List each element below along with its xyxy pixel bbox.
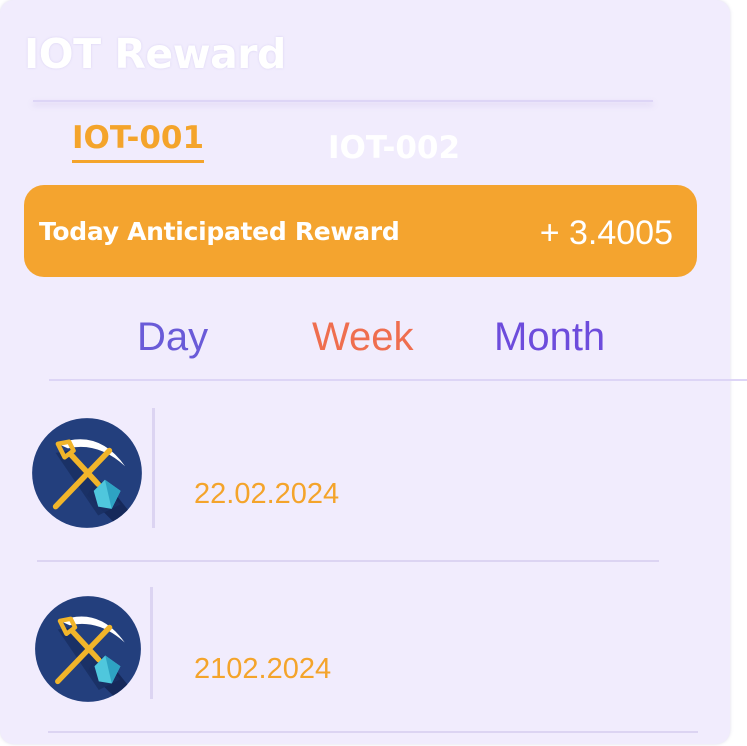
reward-label: Today Anticipated Reward (39, 217, 400, 246)
divider (49, 379, 747, 381)
reward-value: + 3.4005 (539, 214, 673, 252)
row-separator (150, 587, 153, 699)
reward-banner: Today Anticipated Reward + 3.4005 (24, 185, 697, 277)
period-month-button[interactable]: Month (494, 315, 605, 360)
tab-iot-001[interactable]: IOT-001 (72, 120, 205, 163)
tab-iot-002[interactable]: IOT-002 (328, 130, 460, 166)
mining-icon (34, 595, 142, 703)
row-separator (152, 408, 155, 528)
period-week-button[interactable]: Week (312, 315, 414, 360)
reward-record[interactable]: 22.02.2024 (0, 405, 730, 560)
divider (33, 100, 653, 102)
divider (48, 731, 698, 733)
reward-record[interactable]: 2102.2024 (0, 585, 730, 730)
mining-icon (31, 417, 143, 529)
period-day-button[interactable]: Day (137, 315, 208, 360)
divider (37, 560, 659, 562)
record-date: 2102.2024 (194, 653, 332, 685)
page-title: IOT Reward (24, 30, 286, 78)
record-date: 22.02.2024 (194, 478, 340, 510)
